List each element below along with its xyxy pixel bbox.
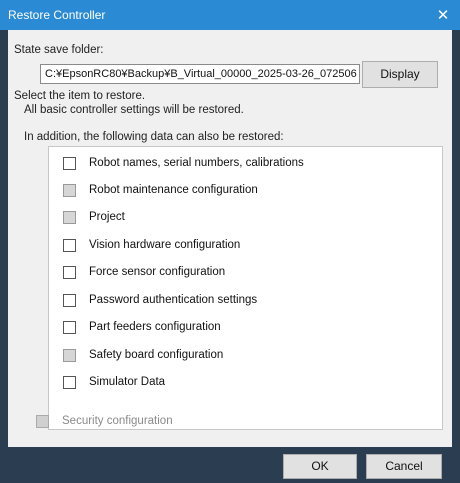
simulator-data-checkbox[interactable] (63, 376, 76, 389)
security-configuration-label: Security configuration (62, 415, 173, 427)
safety-board-checkbox[interactable] (63, 349, 76, 362)
robot-names-checkbox[interactable] (63, 157, 76, 170)
security-configuration-option: Security configuration (36, 412, 236, 432)
state-save-folder-input[interactable]: C:¥EpsonRC80¥Backup¥B_Virtual_00000_2025… (40, 64, 360, 84)
title-bar: Restore Controller ✕ (0, 0, 460, 30)
force-sensor-label: Force sensor configuration (89, 266, 226, 278)
item-project[interactable]: Project (63, 208, 423, 228)
select-instruction: Select the item to restore. (14, 90, 146, 102)
window-title: Restore Controller (8, 8, 106, 22)
button-bar: OK Cancel (8, 447, 452, 483)
simulator-data-label: Simulator Data (89, 376, 166, 388)
part-feeders-label: Part feeders configuration (89, 321, 221, 333)
part-feeders-checkbox[interactable] (63, 321, 76, 334)
force-sensor-checkbox[interactable] (63, 266, 76, 279)
basic-settings-note: All basic controller settings will be re… (24, 104, 244, 116)
close-icon[interactable]: ✕ (432, 5, 454, 25)
robot-names-label: Robot names, serial numbers, calibration… (89, 157, 304, 169)
password-auth-label: Password authentication settings (89, 294, 258, 306)
item-part-feeders[interactable]: Part feeders configuration (63, 318, 423, 338)
robot-maintenance-label: Robot maintenance configuration (89, 184, 258, 196)
project-checkbox[interactable] (63, 211, 76, 224)
safety-board-label: Safety board configuration (89, 349, 224, 361)
vision-hardware-label: Vision hardware configuration (89, 239, 241, 251)
item-vision-hardware[interactable]: Vision hardware configuration (63, 236, 423, 256)
robot-maintenance-checkbox[interactable] (63, 184, 76, 197)
password-auth-checkbox[interactable] (63, 294, 76, 307)
additional-data-label: In addition, the following data can also… (24, 131, 284, 143)
project-label: Project (89, 211, 125, 223)
dialog-body: State save folder: C:¥EpsonRC80¥Backup¥B… (8, 30, 452, 447)
vision-hardware-checkbox[interactable] (63, 239, 76, 252)
state-save-folder-label: State save folder: (14, 44, 104, 56)
cancel-button[interactable]: Cancel (366, 454, 442, 479)
item-robot-maintenance[interactable]: Robot maintenance configuration (63, 181, 423, 201)
item-safety-board[interactable]: Safety board configuration (63, 346, 423, 366)
item-force-sensor[interactable]: Force sensor configuration (63, 263, 423, 283)
security-configuration-checkbox (36, 415, 49, 428)
item-simulator-data[interactable]: Simulator Data (63, 373, 423, 393)
ok-button[interactable]: OK (283, 454, 357, 479)
display-button[interactable]: Display (362, 61, 438, 88)
restore-controller-dialog: Restore Controller ✕ State save folder: … (0, 0, 460, 483)
item-robot-names[interactable]: Robot names, serial numbers, calibration… (63, 154, 423, 174)
item-password-auth[interactable]: Password authentication settings (63, 291, 423, 311)
